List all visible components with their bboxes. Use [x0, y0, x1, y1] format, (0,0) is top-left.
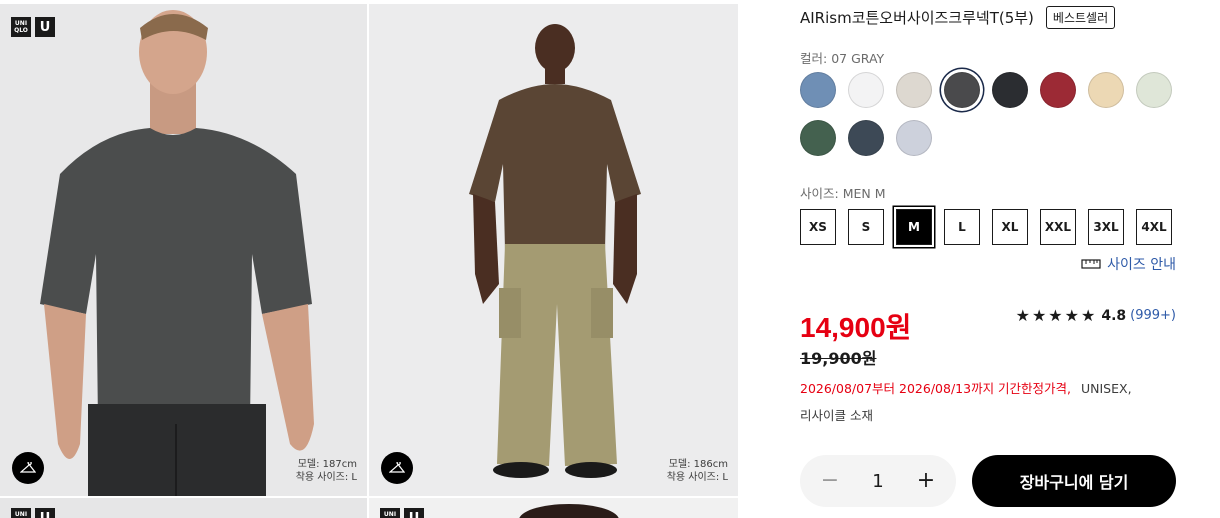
- u-logo: U: [35, 508, 55, 518]
- uniqlo-u-logo-3: UNI QLO U: [11, 508, 55, 518]
- unisex-tag: UNISEX,: [1081, 381, 1132, 396]
- color-swatch[interactable]: [896, 120, 932, 156]
- rating-score: 4.8: [1101, 307, 1127, 324]
- color-swatch[interactable]: [848, 120, 884, 156]
- product-image-2[interactable]: 모델: 186cm 착용 사이즈: L: [369, 4, 738, 496]
- size-options: XS S M L XL XXL 3XL 4XL: [800, 209, 1184, 245]
- hanger-icon: [389, 462, 405, 473]
- original-price: 19,900원: [800, 349, 877, 368]
- size-option[interactable]: 4XL: [1136, 209, 1172, 245]
- color-swatch[interactable]: [800, 120, 836, 156]
- product-title: AIRism코튼오버사이즈크루넥T(5부): [800, 9, 1034, 27]
- uniqlo-u-logo: UNI QLO U: [11, 17, 55, 37]
- color-swatch[interactable]: [848, 72, 884, 108]
- u-logo: U: [404, 508, 424, 518]
- sale-price: 14,900원: [800, 312, 912, 343]
- model-size: 착용 사이즈: L: [666, 472, 728, 483]
- size-label: 사이즈: MEN M: [800, 186, 886, 201]
- review-count-link[interactable]: (999+): [1130, 308, 1176, 323]
- color-swatch[interactable]: [1040, 72, 1076, 108]
- model-info-2: 모델: 186cm 착용 사이즈: L: [667, 458, 728, 484]
- color-label: 컬러: 07 GRAY: [800, 51, 885, 66]
- size-option[interactable]: 3XL: [1088, 209, 1124, 245]
- uniqlo-logo: UNI QLO: [380, 508, 400, 518]
- size-option[interactable]: M: [896, 209, 932, 245]
- rating[interactable]: ★★★★★ 4.8 (999+): [1016, 306, 1176, 325]
- hanger-icon-button-2[interactable]: [381, 452, 413, 484]
- size-option[interactable]: XS: [800, 209, 836, 245]
- hanger-icon: [20, 462, 36, 473]
- product-image-3[interactable]: UNI QLO U: [0, 498, 367, 518]
- product-image-4[interactable]: UNI QLO U: [369, 498, 738, 518]
- size-option[interactable]: XXL: [1040, 209, 1076, 245]
- color-swatch[interactable]: [992, 72, 1028, 108]
- size-option[interactable]: XL: [992, 209, 1028, 245]
- color-swatch[interactable]: [896, 72, 932, 108]
- product-image-1[interactable]: UNI QLO U 모델: 187cm 착용 사이즈: L: [0, 4, 367, 496]
- model-photo-gray-tee: [0, 4, 367, 496]
- color-swatch[interactable]: [1136, 72, 1172, 108]
- model-info: 모델: 187cm 착용 사이즈: L: [296, 458, 357, 484]
- model-size: 착용 사이즈: L: [295, 472, 357, 483]
- color-swatch[interactable]: [1088, 72, 1124, 108]
- quantity-increase-button[interactable]: +: [914, 470, 938, 492]
- quantity-stepper: − 1 +: [800, 455, 956, 507]
- product-gallery: UNI QLO U 모델: 187cm 착용 사이즈: L 모델: 186cm …: [0, 0, 740, 518]
- size-option[interactable]: L: [944, 209, 980, 245]
- rating-stars: ★★★★★: [1015, 306, 1098, 325]
- promo-info: 2026/08/07부터 2026/08/13까지 기간한정가격, UNISEX…: [800, 378, 1132, 397]
- model-photo-brown-tee: [369, 4, 738, 496]
- title-row: AIRism코튼오버사이즈크루넥T(5부) 베스트셀러: [800, 6, 1116, 29]
- color-swatch[interactable]: [944, 72, 980, 108]
- size-guide-link[interactable]: 사이즈 안내: [1081, 254, 1176, 274]
- material-tag: 리사이클 소재: [800, 408, 873, 423]
- model-height: 모델: 187cm: [297, 459, 357, 470]
- quantity-value[interactable]: 1: [872, 471, 883, 492]
- selected-size-name: MEN M: [842, 186, 886, 201]
- model-height: 모델: 186cm: [668, 459, 728, 470]
- uniqlo-logo: UNI QLO: [11, 17, 31, 37]
- selected-color-name: 07 GRAY: [831, 51, 885, 66]
- hanger-icon-button[interactable]: [12, 452, 44, 484]
- size-option[interactable]: S: [848, 209, 884, 245]
- model-photo-partial: [519, 504, 619, 518]
- color-swatch[interactable]: [800, 72, 836, 108]
- uniqlo-logo: UNI QLO: [11, 508, 31, 518]
- uniqlo-u-logo-4: UNI QLO U: [380, 508, 424, 518]
- u-logo: U: [35, 17, 55, 37]
- bestseller-badge: 베스트셀러: [1045, 6, 1116, 29]
- ruler-icon: [1081, 259, 1101, 269]
- quantity-decrease-button[interactable]: −: [818, 470, 842, 492]
- add-to-cart-button[interactable]: 장바구니에 담기: [972, 455, 1176, 507]
- promo-period: 2026/08/07부터 2026/08/13까지 기간한정가격,: [800, 381, 1072, 396]
- product-detail-panel: AIRism코튼오버사이즈크루넥T(5부) 베스트셀러 컬러: 07 GRAY …: [800, 0, 1180, 518]
